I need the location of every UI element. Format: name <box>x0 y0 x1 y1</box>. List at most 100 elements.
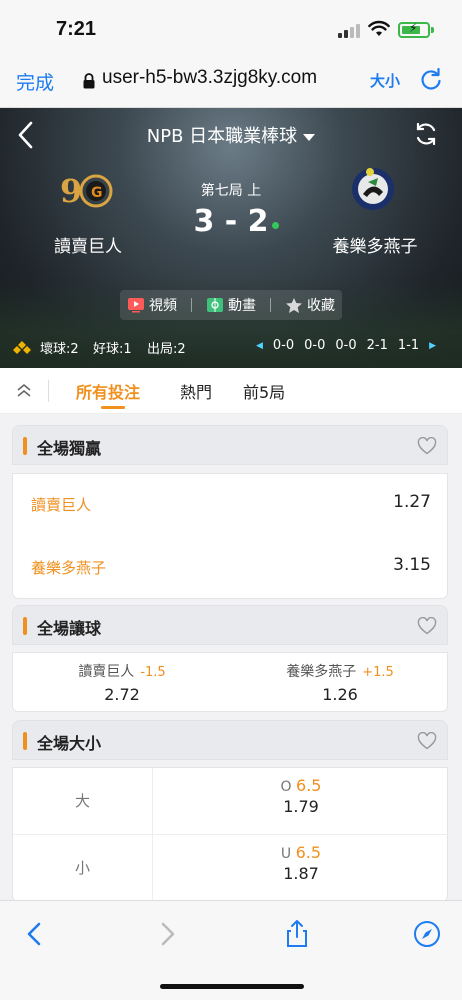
under-prefix: U <box>280 846 292 862</box>
section-title: 全場大小 <box>37 734 102 753</box>
url-address[interactable]: user-h5-bw3.3zjg8ky.com <box>102 67 317 89</box>
compass-icon[interactable] <box>412 919 442 949</box>
divider <box>270 298 271 312</box>
cellular-signal-icon <box>338 24 362 38</box>
under-option[interactable]: U 6.5 1.87 <box>153 843 449 883</box>
inning-score: 0-0 <box>335 338 357 353</box>
svg-text:G: G <box>91 185 103 201</box>
league-selector[interactable]: NPB 日本職業棒球 <box>0 122 462 148</box>
divider <box>48 380 49 402</box>
under-label: 小 <box>13 835 153 901</box>
status-time: 7:21 <box>56 18 97 40</box>
strikes-count: 好球:1 <box>93 342 132 357</box>
forward-icon[interactable] <box>152 919 182 949</box>
scroll-right-arrow-icon[interactable]: ▶ <box>429 341 436 351</box>
handicap-option[interactable]: 讀賣巨人 -1.5 2.72 <box>13 661 231 704</box>
moneyline-card: 讀賣巨人 1.27 養樂多燕子 3.15 <box>12 473 448 599</box>
share-icon[interactable] <box>282 919 312 949</box>
caret-down-icon <box>303 133 316 141</box>
outs-count: 出局:2 <box>147 342 186 357</box>
heart-icon[interactable] <box>417 617 437 635</box>
handicap-line: +1.5 <box>362 665 394 680</box>
tab-bar: 所有投注 熱門 前5局 <box>0 368 462 414</box>
heart-icon[interactable] <box>417 732 437 750</box>
heart-icon[interactable] <box>417 437 437 455</box>
accent-bar <box>23 732 27 750</box>
handicap-card: 讀賣巨人 -1.5 2.72 養樂多燕子 +1.5 1.26 <box>12 652 448 712</box>
bases-icon <box>13 341 31 354</box>
total-line: 6.5 <box>296 776 322 795</box>
total-header[interactable]: 全場大小 <box>12 720 448 760</box>
swallows-logo <box>352 168 394 210</box>
video-icon <box>128 298 144 313</box>
back-icon[interactable] <box>20 919 50 949</box>
tab-first-5-innings[interactable]: 前5局 <box>243 379 285 403</box>
total-line: 6.5 <box>295 843 322 862</box>
home-indicator <box>160 984 304 989</box>
divider <box>191 298 192 312</box>
total-row: 小 U 6.5 1.87 <box>13 835 449 901</box>
count-row: 壞球:2 好球:1 出局:2 ◀ 0-0 0-0 0-0 2-1 1-1 ▶ <box>0 336 462 358</box>
inning-label: 第七局 上 <box>200 183 262 199</box>
collapse-up-icon[interactable] <box>14 382 34 398</box>
score: 3 - 2 <box>193 204 269 239</box>
option-team: 養樂多燕子 <box>31 559 107 577</box>
animation-button[interactable]: 動畫 <box>206 295 256 315</box>
inning-scores: ◀ 0-0 0-0 0-0 2-1 1-1 ▶ <box>256 338 436 353</box>
text-size-button[interactable]: 大小 <box>370 70 400 91</box>
scroll-left-arrow-icon[interactable]: ◀ <box>256 341 263 351</box>
reload-icon[interactable] <box>418 66 444 92</box>
tab-all-bets[interactable]: 所有投注 <box>76 379 140 403</box>
option-odds: 1.79 <box>283 797 319 816</box>
inning-score: 2-1 <box>366 338 388 353</box>
moneyline-option[interactable]: 養樂多燕子 3.15 <box>13 537 449 599</box>
moneyline-option[interactable]: 讀賣巨人 1.27 <box>13 474 449 536</box>
safari-url-bar: 完成 user-h5-bw3.3zjg8ky.com 大小 <box>0 58 462 108</box>
option-team: 讀賣巨人 <box>31 496 92 514</box>
option-odds: 1.87 <box>283 864 319 883</box>
refresh-icon[interactable] <box>412 120 440 148</box>
section-title: 全場讓球 <box>37 619 102 638</box>
total-row: 大 O 6.5 1.79 <box>13 768 449 834</box>
handicap-line: -1.5 <box>140 665 166 680</box>
over-label: 大 <box>13 768 153 834</box>
favorite-button[interactable]: 收藏 <box>285 295 335 315</box>
video-label: 視頻 <box>149 298 177 314</box>
option-odds: 1.27 <box>393 492 431 512</box>
active-tab-indicator <box>101 406 125 409</box>
option-odds: 1.26 <box>322 685 358 704</box>
live-indicator <box>272 222 279 229</box>
total-card: 大 O 6.5 1.79 小 U 6.5 1.87 <box>12 767 449 902</box>
option-team: 養樂多燕子 <box>286 664 357 680</box>
over-prefix: O <box>280 779 292 795</box>
moneyline-header[interactable]: 全場獨贏 <box>12 425 448 465</box>
inning-score: 0-0 <box>304 338 326 353</box>
done-button[interactable]: 完成 <box>16 68 54 95</box>
away-team-name: 養樂多燕子 <box>332 237 418 257</box>
media-bar: 視頻 動畫 收藏 <box>120 290 342 320</box>
handicap-header[interactable]: 全場讓球 <box>12 605 448 645</box>
home-team-name: 讀賣巨人 <box>54 237 122 257</box>
status-bar: 7:21 ⚡ <box>0 0 462 58</box>
accent-bar <box>23 617 27 635</box>
favorite-label: 收藏 <box>307 298 335 314</box>
option-team: 讀賣巨人 <box>78 664 135 680</box>
league-title: NPB 日本職業棒球 <box>146 126 298 147</box>
option-odds: 2.72 <box>104 685 140 704</box>
battery-tip <box>431 27 434 33</box>
balls-count: 壞球:2 <box>40 342 79 357</box>
video-button[interactable]: 視頻 <box>127 295 177 315</box>
section-title: 全場獨贏 <box>37 439 102 458</box>
svg-text:9: 9 <box>60 172 82 210</box>
handicap-option[interactable]: 養樂多燕子 +1.5 1.26 <box>231 661 449 704</box>
game-header: NPB 日本職業棒球 9 G 讀賣巨人 養樂多燕子 第七局 上 3 - 2 視頻 <box>0 108 462 368</box>
animation-label: 動畫 <box>228 298 256 314</box>
animation-icon <box>207 298 223 312</box>
tab-popular[interactable]: 熱門 <box>180 379 212 403</box>
wifi-icon <box>368 20 390 36</box>
over-option[interactable]: O 6.5 1.79 <box>153 776 449 816</box>
battery-icon: ⚡ <box>398 21 430 38</box>
lock-icon <box>83 73 95 89</box>
inning-score: 1-1 <box>397 338 420 353</box>
option-odds: 3.15 <box>393 555 431 575</box>
